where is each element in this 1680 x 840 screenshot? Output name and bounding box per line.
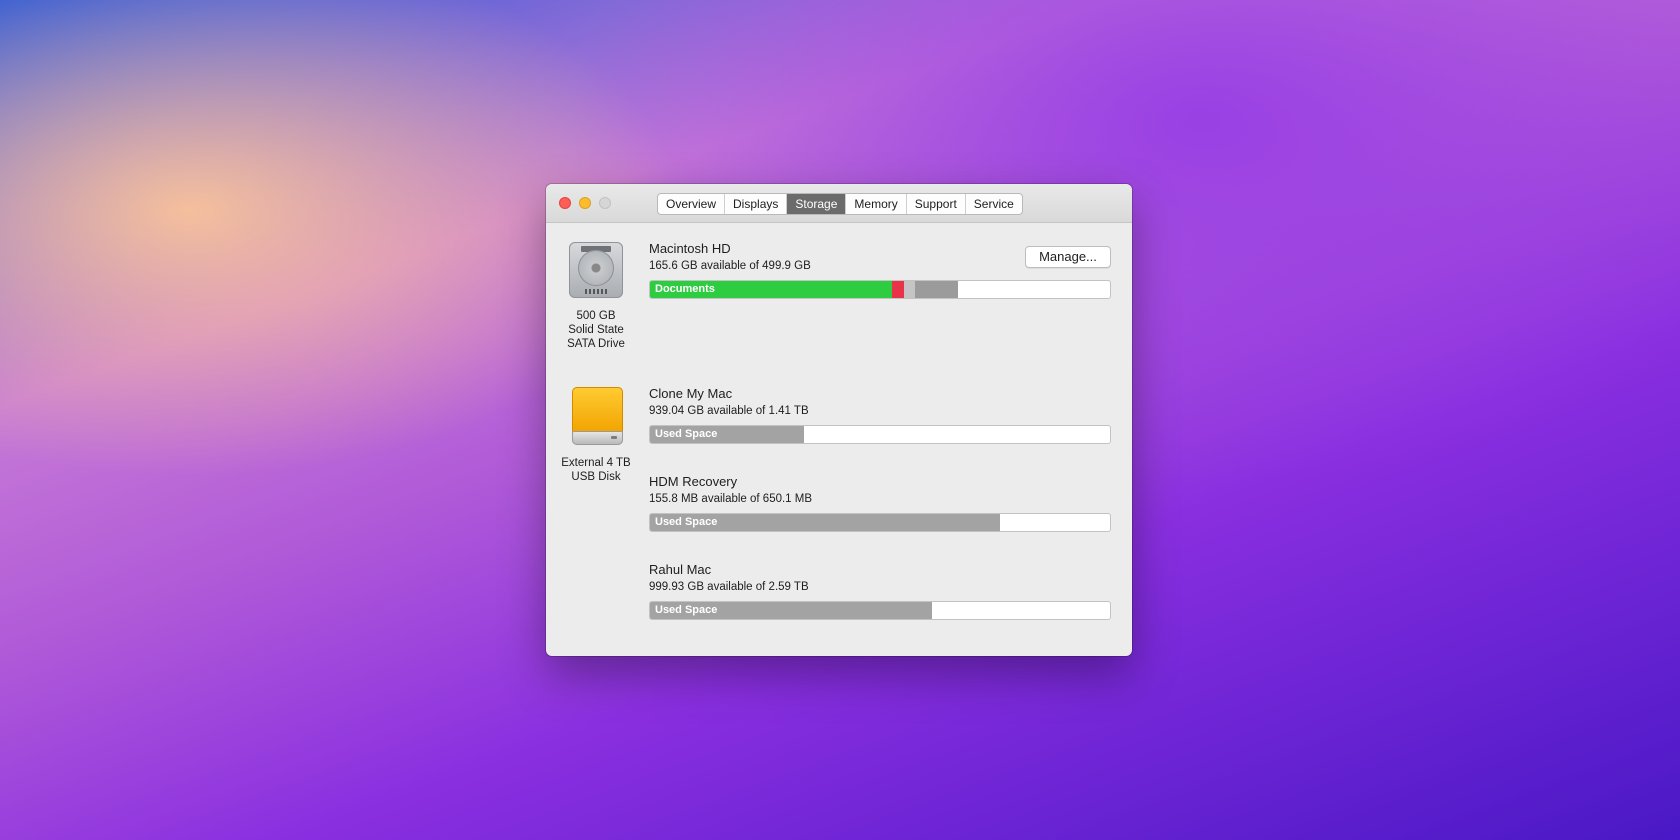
volume-name: Clone My Mac xyxy=(649,386,733,401)
volume-available: 165.6 GB available of 499.9 GB xyxy=(649,260,811,272)
drive-type-label: Solid State xyxy=(568,324,624,336)
volume-available: 155.8 MB available of 650.1 MB xyxy=(649,493,813,505)
tab-displays[interactable]: Displays xyxy=(725,194,788,214)
volume-available: 999.93 GB available of 2.59 TB xyxy=(649,581,809,593)
zoom-window-button[interactable] xyxy=(599,197,611,209)
volume-name: HDM Recovery xyxy=(649,474,738,489)
external-disk-icon xyxy=(572,387,623,445)
drive-interface-label: USB Disk xyxy=(571,471,621,483)
tab-bar: Overview Displays Storage Memory Support… xyxy=(657,193,1023,215)
external-drive-caption: External 4 TB USB Disk xyxy=(546,456,646,484)
tab-memory[interactable]: Memory xyxy=(846,194,907,214)
storage-pane: 500 GB Solid State SATA Drive External 4… xyxy=(546,223,1132,656)
drive-capacity-label: 500 GB xyxy=(576,310,616,322)
close-window-button[interactable] xyxy=(559,197,571,209)
about-this-mac-window: Overview Displays Storage Memory Support… xyxy=(546,184,1132,656)
title-bar[interactable]: Overview Displays Storage Memory Support… xyxy=(546,184,1132,223)
tab-service[interactable]: Service xyxy=(966,194,1022,214)
volume-available: 939.04 GB available of 1.41 TB xyxy=(649,405,809,417)
volume-rahul-mac: Rahul Mac 999.93 GB available of 2.59 TB… xyxy=(649,562,1111,620)
usage-bar[interactable]: Documents xyxy=(649,280,1111,299)
usage-segment-label: Documents xyxy=(655,283,715,295)
minimize-window-button[interactable] xyxy=(579,197,591,209)
usage-bar[interactable]: Used Space xyxy=(649,601,1111,620)
usage-bar[interactable]: Used Space xyxy=(649,425,1111,444)
drive-capacity-label: External 4 TB xyxy=(561,457,631,469)
drive-interface-label: SATA Drive xyxy=(567,338,625,350)
volume-name: Macintosh HD xyxy=(649,241,731,256)
usage-segment[interactable] xyxy=(915,281,959,298)
volume-clone-my-mac: Clone My Mac 939.04 GB available of 1.41… xyxy=(649,386,1111,444)
traffic-lights xyxy=(559,197,611,209)
usage-segment-label: Used Space xyxy=(655,516,718,528)
volume-macintosh-hd: Macintosh HD 165.6 GB available of 499.9… xyxy=(649,241,1111,299)
volume-hdm-recovery: HDM Recovery 155.8 MB available of 650.1… xyxy=(649,474,1111,532)
internal-drive-caption: 500 GB Solid State SATA Drive xyxy=(546,309,646,351)
usage-segment-label: Used Space xyxy=(655,604,718,616)
volume-name: Rahul Mac xyxy=(649,562,712,577)
usage-bar[interactable]: Used Space xyxy=(649,513,1111,532)
tab-storage[interactable]: Storage xyxy=(787,194,847,214)
usage-segment[interactable] xyxy=(903,281,916,298)
tab-overview[interactable]: Overview xyxy=(658,194,726,214)
tab-support[interactable]: Support xyxy=(907,194,966,214)
usage-segment[interactable] xyxy=(891,281,904,298)
hard-drive-icon xyxy=(569,242,623,298)
usage-segment-label: Used Space xyxy=(655,428,718,440)
